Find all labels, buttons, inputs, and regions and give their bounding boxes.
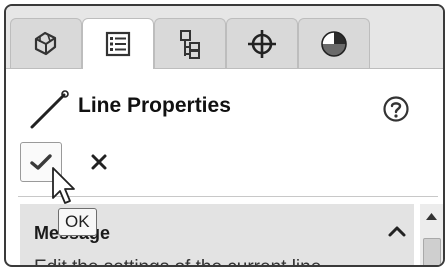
scroll-thumb[interactable] (423, 238, 441, 265)
ok-tooltip: OK (58, 208, 97, 236)
display-manager-icon (321, 30, 347, 57)
chevron-up-icon[interactable] (386, 222, 408, 240)
manager-tab-bar (6, 6, 443, 69)
feature-manager-icon (34, 31, 57, 55)
tab-feature-manager[interactable] (10, 18, 82, 68)
help-icon[interactable] (382, 95, 410, 123)
property-header: Line Properties (6, 69, 443, 129)
close-icon (91, 154, 107, 170)
cancel-button[interactable] (84, 146, 114, 178)
message-text: Edit the settings of the current line (34, 257, 321, 265)
configuration-manager-icon (180, 29, 200, 59)
line-icon (30, 90, 69, 129)
tab-dimxpert-manager[interactable] (226, 18, 298, 68)
mouse-pointer-icon (52, 167, 75, 204)
tab-property-manager[interactable] (82, 18, 154, 69)
scroll-up-arrow-icon[interactable] (426, 212, 437, 220)
property-manager-panel: Line Properties Message Edit the setting… (4, 4, 445, 267)
tab-display-manager[interactable] (298, 18, 370, 68)
tab-configuration-manager[interactable] (154, 18, 226, 68)
divider (18, 196, 438, 197)
dimxpert-manager-icon (248, 29, 276, 58)
property-manager-icon (105, 31, 131, 57)
page-title: Line Properties (78, 94, 231, 117)
vertical-scrollbar[interactable] (420, 204, 443, 265)
